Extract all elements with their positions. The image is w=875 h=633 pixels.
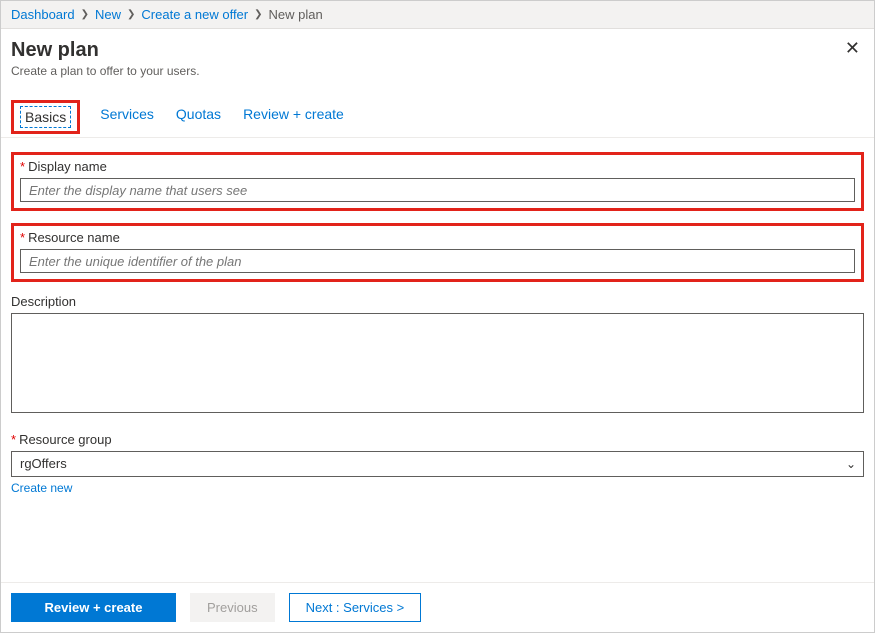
display-name-input[interactable]	[20, 178, 855, 202]
breadcrumb-current: New plan	[269, 7, 323, 22]
tabs: Basics Services Quotas Review + create	[1, 100, 874, 138]
next-services-button[interactable]: Next : Services >	[289, 593, 422, 622]
required-indicator: *	[11, 432, 16, 447]
chevron-right-icon: ❯	[81, 9, 89, 20]
tab-basics[interactable]: Basics	[11, 100, 80, 134]
tab-basics-label: Basics	[20, 106, 71, 128]
field-display-name: *Display name	[11, 152, 864, 211]
page-header: New plan Create a plan to offer to your …	[1, 29, 874, 86]
description-label: Description	[11, 294, 864, 309]
close-icon: ✕	[845, 38, 860, 58]
tab-quotas[interactable]: Quotas	[174, 100, 223, 137]
required-indicator: *	[20, 230, 25, 245]
footer-actions: Review + create Previous Next : Services…	[1, 582, 874, 632]
field-resource-group: *Resource group rgOffers ⌄ Create new	[11, 432, 864, 495]
display-name-label: *Display name	[20, 159, 855, 174]
resource-group-label: *Resource group	[11, 432, 864, 447]
tab-review-create[interactable]: Review + create	[241, 100, 346, 137]
chevron-right-icon: ❯	[127, 9, 135, 20]
breadcrumb-new[interactable]: New	[95, 7, 121, 22]
resource-group-select[interactable]: rgOffers	[11, 451, 864, 477]
field-description: Description	[11, 294, 864, 416]
resource-name-label: *Resource name	[20, 230, 855, 245]
breadcrumb-create-offer[interactable]: Create a new offer	[141, 7, 248, 22]
previous-button: Previous	[190, 593, 275, 622]
page-subtitle: Create a plan to offer to your users.	[11, 64, 200, 78]
review-create-button[interactable]: Review + create	[11, 593, 176, 622]
page-title: New plan	[11, 39, 200, 62]
close-button[interactable]: ✕	[845, 39, 860, 57]
breadcrumb: Dashboard ❯ New ❯ Create a new offer ❯ N…	[1, 1, 874, 29]
tab-services[interactable]: Services	[98, 100, 156, 137]
breadcrumb-dashboard[interactable]: Dashboard	[11, 7, 75, 22]
chevron-right-icon: ❯	[254, 9, 262, 20]
resource-name-input[interactable]	[20, 249, 855, 273]
required-indicator: *	[20, 159, 25, 174]
create-new-link[interactable]: Create new	[11, 481, 72, 495]
field-resource-name: *Resource name	[11, 223, 864, 282]
description-input[interactable]	[11, 313, 864, 413]
form-panel: *Display name *Resource name Description…	[1, 138, 874, 582]
